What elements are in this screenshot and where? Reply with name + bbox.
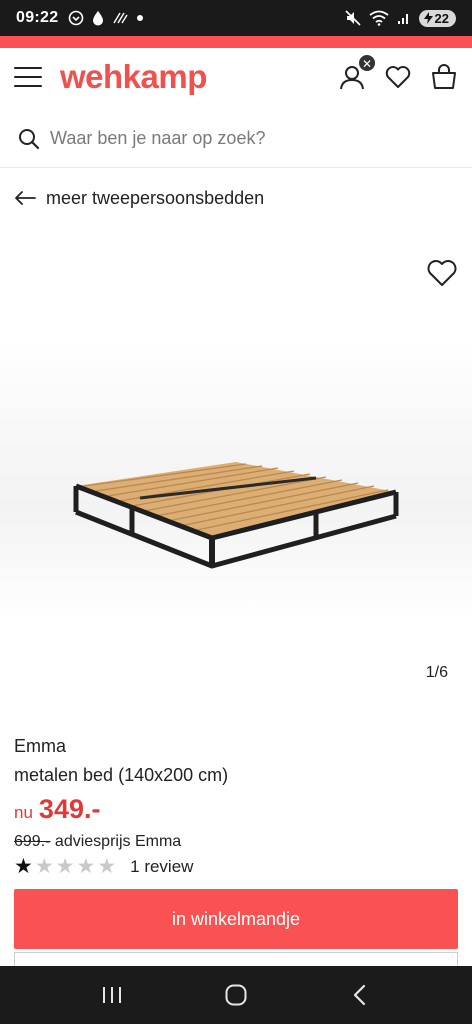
account-status-badge: ✕ [358,54,376,72]
wifi-icon [368,10,389,26]
image-counter: 1/6 [425,664,448,681]
home-button[interactable] [216,975,256,1015]
shopping-bag-icon [432,64,456,89]
rating[interactable]: ★ ★ ★ ★ ★ 1 review [14,855,458,878]
back-link-label: meer tweepersoonsbedden [46,187,265,208]
system-navigation-bar [0,966,472,1024]
cell-signal-icon [397,14,408,24]
back-link[interactable]: meer tweepersoonsbedden [14,184,264,212]
battery-indicator: 22 [418,9,456,27]
header-actions: ✕ [338,54,458,91]
heart-icon [385,66,411,88]
product-image-gallery[interactable]: 1/6 [0,230,472,710]
star-empty-icon: ★ [55,855,75,878]
product-photo [73,462,399,569]
chevron-left-icon [353,984,366,1006]
recommended-price-label: adviesprijs Emma [54,833,182,850]
app-notification-icon [69,10,84,26]
recommended-price: 699.- adviesprijs Emma [14,833,458,851]
product-price: 349.- [38,794,101,824]
price-row: nu 349.- [14,794,458,825]
menu-icon[interactable] [14,67,42,87]
mute-icon [344,10,361,26]
star-empty-icon: ★ [34,855,54,878]
arrow-left-icon [15,191,36,205]
back-button[interactable] [340,975,380,1015]
add-to-wishlist-icon[interactable] [426,258,458,288]
recent-apps-icon [103,987,121,1003]
status-notification-icons [68,10,144,26]
search-input[interactable] [50,128,450,149]
charging-icon [423,12,433,24]
add-to-cart-button[interactable]: in winkelmandje [14,889,458,949]
search-bar [0,110,472,168]
status-time: 09:22 [16,9,59,26]
product-info: Emma metalen bed (140x200 cm) nu 349.- 6… [14,736,458,877]
product-name: metalen bed (140x200 cm) [14,765,229,785]
star-empty-icon: ★ [97,855,117,878]
recent-apps-button[interactable] [92,975,132,1015]
wehkamp-logo[interactable]: wehkamp [60,58,207,96]
status-system-icons: 22 [344,9,456,27]
review-count-link[interactable]: 1 review [130,857,193,877]
signal-lines-icon [113,12,129,24]
accent-bar [0,36,472,48]
cart-button[interactable] [430,63,458,91]
account-button[interactable]: ✕ [338,54,376,91]
recommended-price-value: 699.- [14,833,51,850]
star-empty-icon: ★ [76,855,96,878]
product-brand[interactable]: Emma [14,736,458,757]
wishlist-button[interactable] [384,63,412,91]
status-bar: 09:22 22 [0,0,472,36]
home-icon [225,984,247,1006]
battery-level: 22 [434,10,449,26]
star-filled-icon: ★ [14,855,33,878]
dot-icon [137,15,144,21]
site-header: wehkamp ✕ [0,48,472,106]
price-prefix: nu [14,803,33,822]
search-icon [19,128,40,149]
drop-icon [93,11,104,26]
